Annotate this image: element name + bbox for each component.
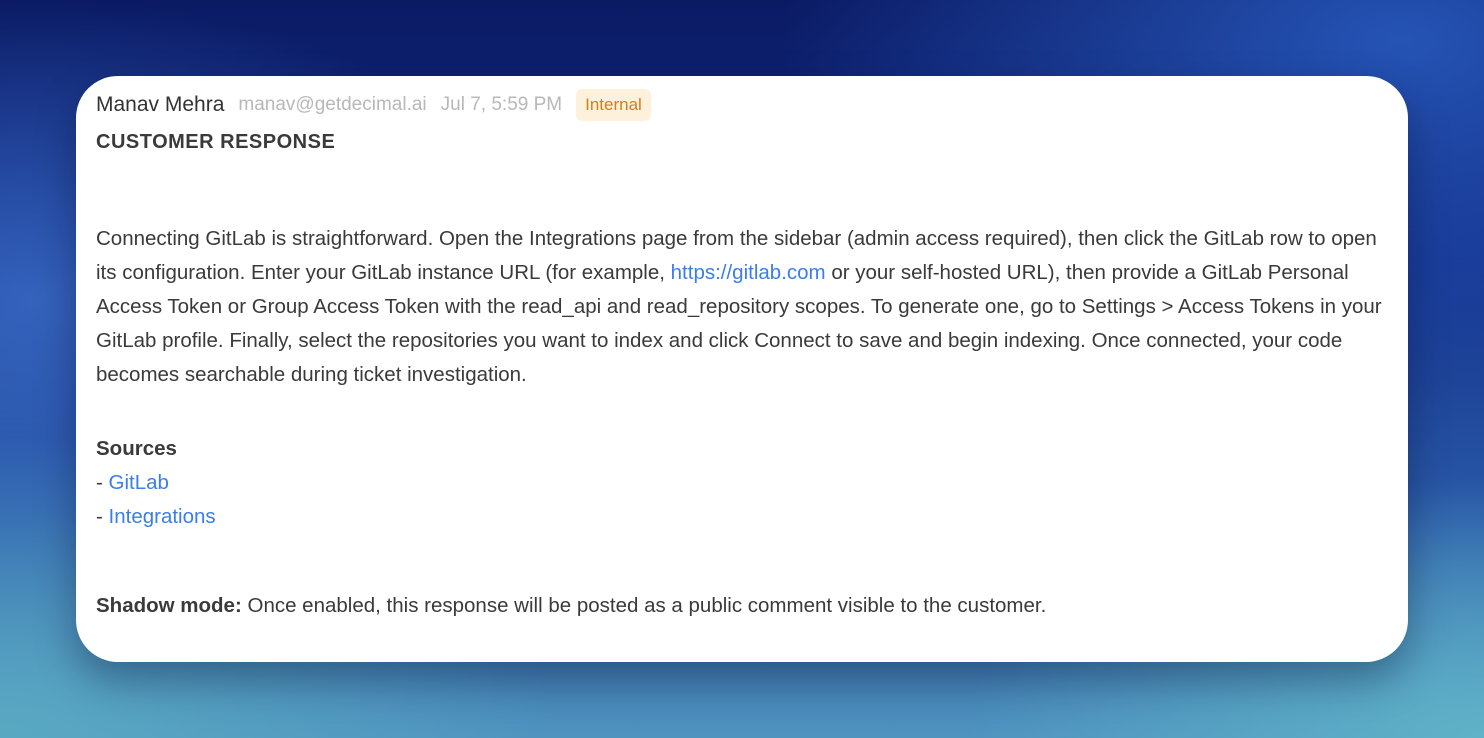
shadow-mode-text: Once enabled, this response will be post… — [241, 594, 1047, 617]
sources-section: Sources - GitLab - Integrations — [96, 432, 1388, 534]
list-bullet: - — [96, 505, 109, 528]
internal-badge: Internal — [576, 89, 651, 121]
source-link-integrations[interactable]: Integrations — [109, 505, 216, 528]
shadow-mode-label: Shadow mode: — [96, 594, 242, 617]
sources-heading: Sources — [96, 437, 177, 460]
list-bullet: - — [96, 471, 109, 494]
message-header: Manav Mehra manav@getdecimal.ai Jul 7, 5… — [96, 89, 1388, 121]
section-title: CUSTOMER RESPONSE — [96, 131, 336, 153]
author-email: manav@getdecimal.ai — [238, 94, 427, 115]
response-body: Connecting GitLab is straightforward. Op… — [96, 222, 1396, 392]
shadow-mode-note: Shadow mode: Once enabled, this response… — [96, 589, 1388, 623]
source-link-gitlab[interactable]: GitLab — [109, 471, 169, 494]
timestamp: Jul 7, 5:59 PM — [440, 94, 563, 115]
source-item: - Integrations — [96, 500, 1388, 534]
source-item: - GitLab — [96, 466, 1388, 500]
author-name: Manav Mehra — [96, 93, 225, 116]
gitlab-url-link[interactable]: https://gitlab.com — [671, 261, 826, 284]
message-card: Manav Mehra manav@getdecimal.ai Jul 7, 5… — [76, 76, 1408, 662]
